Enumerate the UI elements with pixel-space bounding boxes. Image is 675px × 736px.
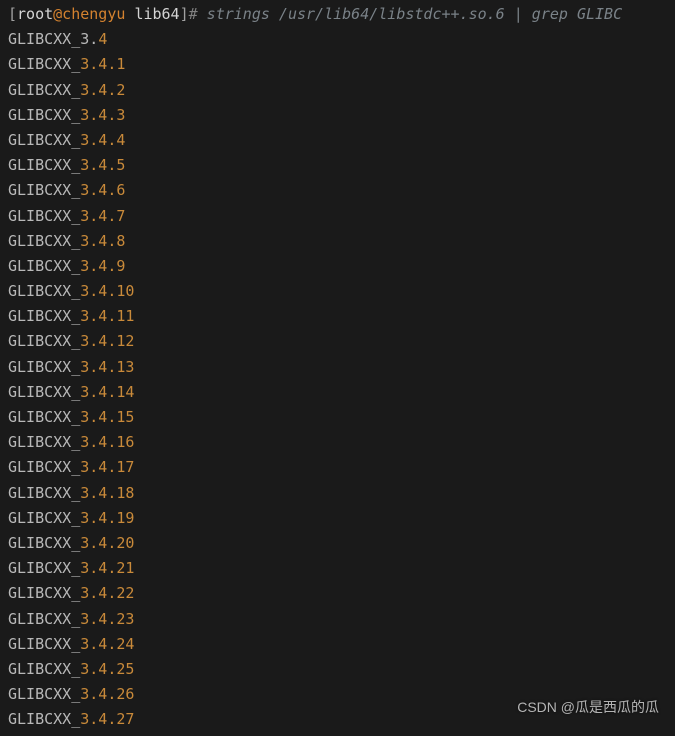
glibc-prefix: GLIBCXX_ [8, 383, 80, 401]
glibc-prefix: GLIBCXX_ [8, 559, 80, 577]
glibc-version: 3.4.8 [80, 232, 125, 250]
output-line: GLIBCXX_3.4.1 [8, 52, 667, 77]
glibc-prefix: GLIBCXX_ [8, 635, 80, 653]
glibc-version: 3.4.19 [80, 509, 134, 527]
glibc-version: 3.4.11 [80, 307, 134, 325]
output-line: GLIBCXX_3.4.24 [8, 632, 667, 657]
glibc-version: 3.4.9 [80, 257, 125, 275]
glibc-version: 3.4.17 [80, 458, 134, 476]
output-line: GLIBCXX_3.4.23 [8, 607, 667, 632]
glibc-prefix: GLIBCXX_ [8, 458, 80, 476]
glibc-prefix: GLIBCXX_ [8, 433, 80, 451]
glibc-version: 3.4.23 [80, 610, 134, 628]
output-line: GLIBCXX_3.4.12 [8, 329, 667, 354]
output-line: GLIBCXX_3.4.7 [8, 204, 667, 229]
glibc-prefix: GLIBCXX_ [8, 55, 80, 73]
glibc-version: 3.4.26 [80, 685, 134, 703]
glibc-prefix: GLIBCXX_ [8, 660, 80, 678]
prompt-command: strings /usr/lib64/libstdc++.so.6 | grep… [198, 5, 622, 23]
glibc-prefix: GLIBCXX_ [8, 710, 80, 728]
output-line: GLIBCXX_3.4.6 [8, 178, 667, 203]
glibc-version: 3.4.13 [80, 358, 134, 376]
output-line: GLIBCXX_3.4.25 [8, 657, 667, 682]
glibc-prefix: GLIBCXX_ [8, 106, 80, 124]
glibc-version: 4 [98, 30, 107, 48]
output-line: GLIBCXX_3.4.16 [8, 430, 667, 455]
bracket-close: ] [180, 5, 189, 23]
watermark: CSDN @瓜是西瓜的瓜 [517, 696, 659, 720]
glibc-version: 3.4.27 [80, 710, 134, 728]
output-line: GLIBCXX_3.4.5 [8, 153, 667, 178]
output-line: GLIBCXX_3.4.21 [8, 556, 667, 581]
glibc-prefix: GLIBCXX_ [8, 332, 80, 350]
glibc-prefix: GLIBCXX_ [8, 307, 80, 325]
glibc-prefix: GLIBCXX_ [8, 232, 80, 250]
output-line: GLIBCXX_3.4.11 [8, 304, 667, 329]
glibc-version: 3.4.6 [80, 181, 125, 199]
glibc-prefix: GLIBCXX_ [8, 685, 80, 703]
output-line: GLIBCXX_3.4.8 [8, 229, 667, 254]
output-line: GLIBCXX_3.4.20 [8, 531, 667, 556]
glibc-version: 3.4.5 [80, 156, 125, 174]
glibc-prefix: GLIBCXX_ [8, 584, 80, 602]
output-line: GLIBCXX_3.4.17 [8, 455, 667, 480]
glibc-version: 3.4.4 [80, 131, 125, 149]
glibc-version: 3.4.10 [80, 282, 134, 300]
prompt-host: @chengyu [53, 5, 125, 23]
output-line: GLIBCXX_3.4.9 [8, 254, 667, 279]
glibc-version: 3.4.12 [80, 332, 134, 350]
output-line: GLIBCXX_3.4.13 [8, 355, 667, 380]
output-line: GLIBCXX_3.4.10 [8, 279, 667, 304]
glibc-version: 3.4.16 [80, 433, 134, 451]
glibc-version: 3.4.20 [80, 534, 134, 552]
glibc-version: 3.4.1 [80, 55, 125, 73]
output-line: GLIBCXX_3.4.18 [8, 481, 667, 506]
glibc-version: 3.4.24 [80, 635, 134, 653]
glibc-prefix: GLIBCXX_ [8, 610, 80, 628]
glibc-prefix: GLIBCXX_ [8, 358, 80, 376]
glibc-prefix: GLIBCXX_ [8, 534, 80, 552]
glibc-version: 3.4.22 [80, 584, 134, 602]
prompt-user: root [17, 5, 53, 23]
output-line-first: GLIBCXX_3.4 [8, 27, 667, 52]
output-line: GLIBCXX_3.4.19 [8, 506, 667, 531]
glibc-version: 3.4.14 [80, 383, 134, 401]
glibc-prefix: GLIBCXX_3. [8, 30, 98, 48]
glibc-version: 3.4.15 [80, 408, 134, 426]
glibc-version: 3.4.25 [80, 660, 134, 678]
glibc-prefix: GLIBCXX_ [8, 257, 80, 275]
terminal-output[interactable]: [root@chengyu lib64]# strings /usr/lib64… [0, 0, 675, 734]
glibc-version: 3.4.2 [80, 81, 125, 99]
output-line: GLIBCXX_3.4.22 [8, 581, 667, 606]
glibc-prefix: GLIBCXX_ [8, 484, 80, 502]
glibc-prefix: GLIBCXX_ [8, 282, 80, 300]
output-line: GLIBCXX_3.4.15 [8, 405, 667, 430]
glibc-version: 3.4.21 [80, 559, 134, 577]
prompt-line: [root@chengyu lib64]# strings /usr/lib64… [8, 2, 667, 27]
output-line: GLIBCXX_3.4.4 [8, 128, 667, 153]
prompt-hash: # [189, 5, 198, 23]
glibc-prefix: GLIBCXX_ [8, 131, 80, 149]
glibc-prefix: GLIBCXX_ [8, 181, 80, 199]
glibc-version: 3.4.3 [80, 106, 125, 124]
glibc-prefix: GLIBCXX_ [8, 81, 80, 99]
glibc-prefix: GLIBCXX_ [8, 408, 80, 426]
glibc-prefix: GLIBCXX_ [8, 509, 80, 527]
output-line: GLIBCXX_3.4.3 [8, 103, 667, 128]
glibc-version: 3.4.7 [80, 207, 125, 225]
glibc-prefix: GLIBCXX_ [8, 207, 80, 225]
output-lines-container: GLIBCXX_3.4.1GLIBCXX_3.4.2GLIBCXX_3.4.3G… [8, 52, 667, 732]
prompt-dir: lib64 [134, 5, 179, 23]
output-line: GLIBCXX_3.4.2 [8, 78, 667, 103]
glibc-prefix: GLIBCXX_ [8, 156, 80, 174]
output-line: GLIBCXX_3.4.14 [8, 380, 667, 405]
glibc-version: 3.4.18 [80, 484, 134, 502]
bracket-open: [ [8, 5, 17, 23]
